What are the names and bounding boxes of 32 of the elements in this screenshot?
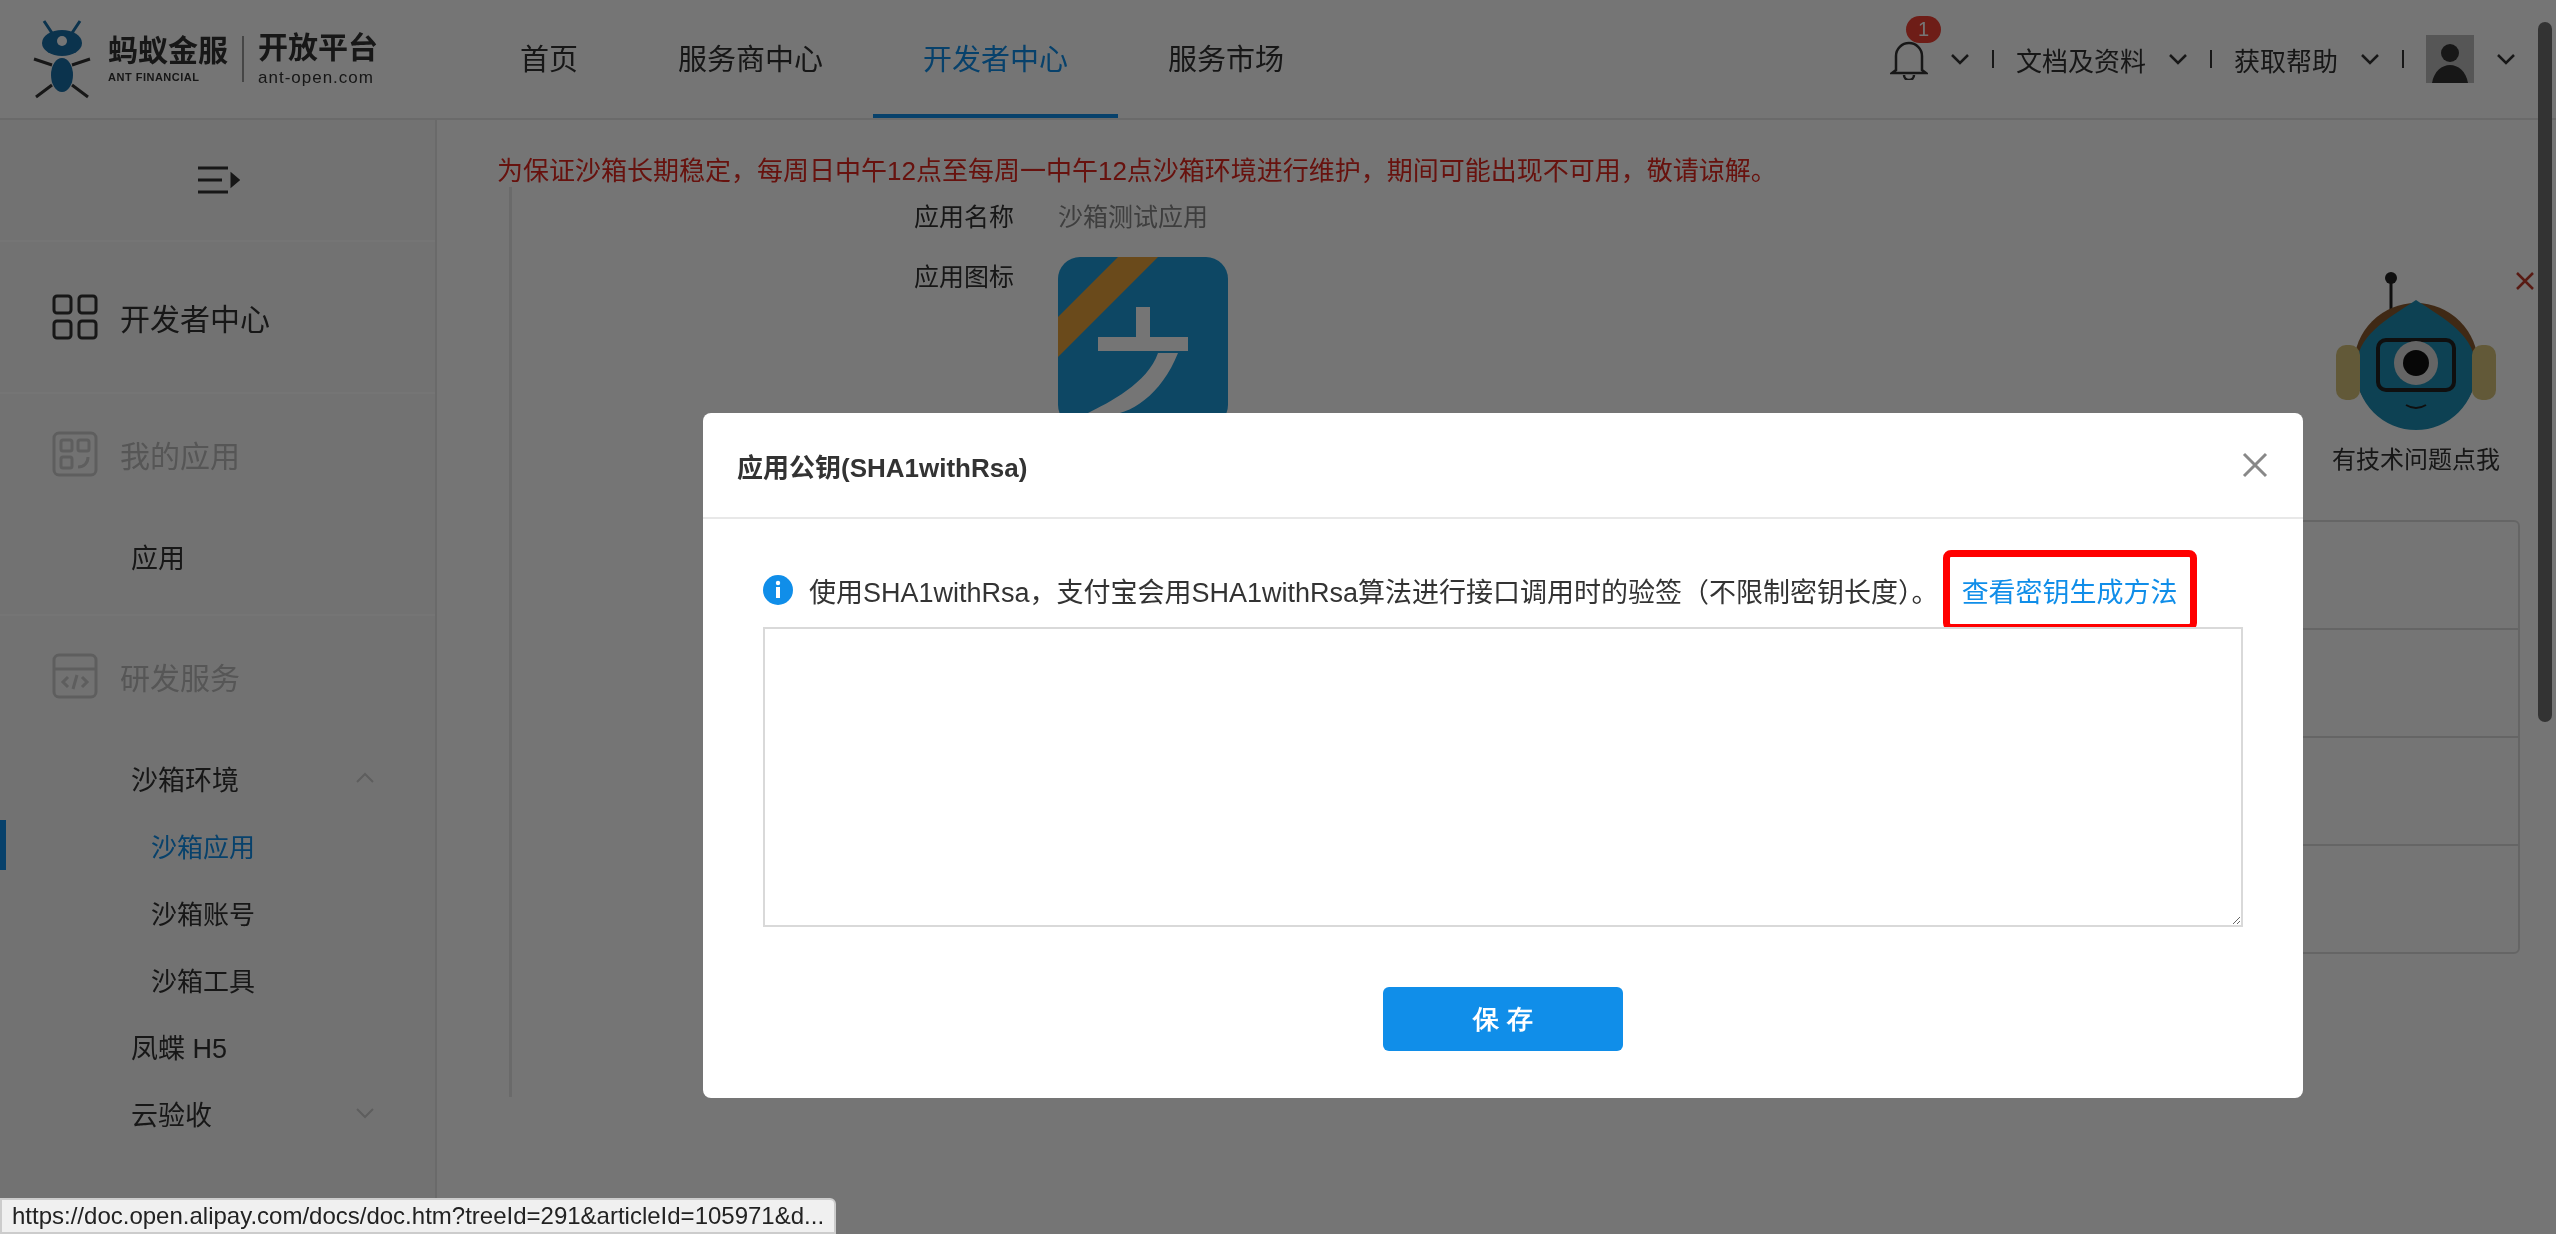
product-name: 开放平台 — [258, 32, 378, 63]
sidebar-section[interactable]: 开发者中心 — [0, 242, 435, 392]
save-button[interactable]: 保 存 — [1383, 987, 1623, 1051]
notification-badge: 1 — [1905, 16, 1942, 43]
field-label: 应用名称 — [914, 202, 1015, 233]
avatar[interactable] — [2426, 35, 2474, 83]
chevron-down-icon[interactable] — [2496, 53, 2516, 65]
url-tooltip: https://doc.open.alipay.com/docs/doc.htm?treeId=291&articleId=105971&d... — [0, 1198, 837, 1234]
nav-tab[interactable]: 服务商中心 — [628, 0, 874, 118]
chevron-down-icon[interactable] — [2360, 53, 2380, 65]
info-icon — [763, 575, 793, 605]
scrollbar-thumb[interactable] — [2538, 22, 2552, 722]
public-key-input[interactable] — [763, 627, 2243, 927]
brand-subtitle: ANT FINANCIAL — [108, 71, 201, 83]
close-button[interactable] — [2241, 451, 2269, 479]
brand-name: 蚂蚁金服 — [108, 35, 228, 66]
dialog-title: 应用公钥(SHA1withRsa) — [737, 451, 1028, 484]
nav-tab[interactable]: 首页 — [470, 0, 628, 118]
maintenance-notice: 为保证沙箱长期稳定，每周日中午12点至每周一中午12点沙箱环境进行维护，期间可能出现不可用，敬请谅解。 — [497, 155, 1778, 187]
header-menu[interactable]: 获取帮助 — [2234, 40, 2338, 78]
info-text: 使用SHA1withRsa，支付宝会用SHA1withRsa算法进行接口调用时的验签（不限制密钥长度）。 — [809, 576, 1939, 610]
chevron-down-icon[interactable] — [1949, 53, 1970, 65]
menu-icon[interactable] — [195, 165, 240, 195]
helper-label[interactable]: 有技术问题点我 — [2332, 440, 2500, 475]
close-icon[interactable] — [2514, 270, 2536, 292]
nav-tab[interactable]: 服务市场 — [1118, 0, 1335, 118]
domain-text: ant-open.com — [258, 68, 375, 86]
grid-icon — [52, 294, 98, 340]
nav-tab[interactable]: 开发者中心 — [873, 0, 1119, 118]
header-menu[interactable]: 文档及资料 — [2015, 40, 2146, 78]
chevron-down-icon[interactable] — [2168, 53, 2188, 65]
field-label: 应用图标 — [914, 262, 1015, 293]
